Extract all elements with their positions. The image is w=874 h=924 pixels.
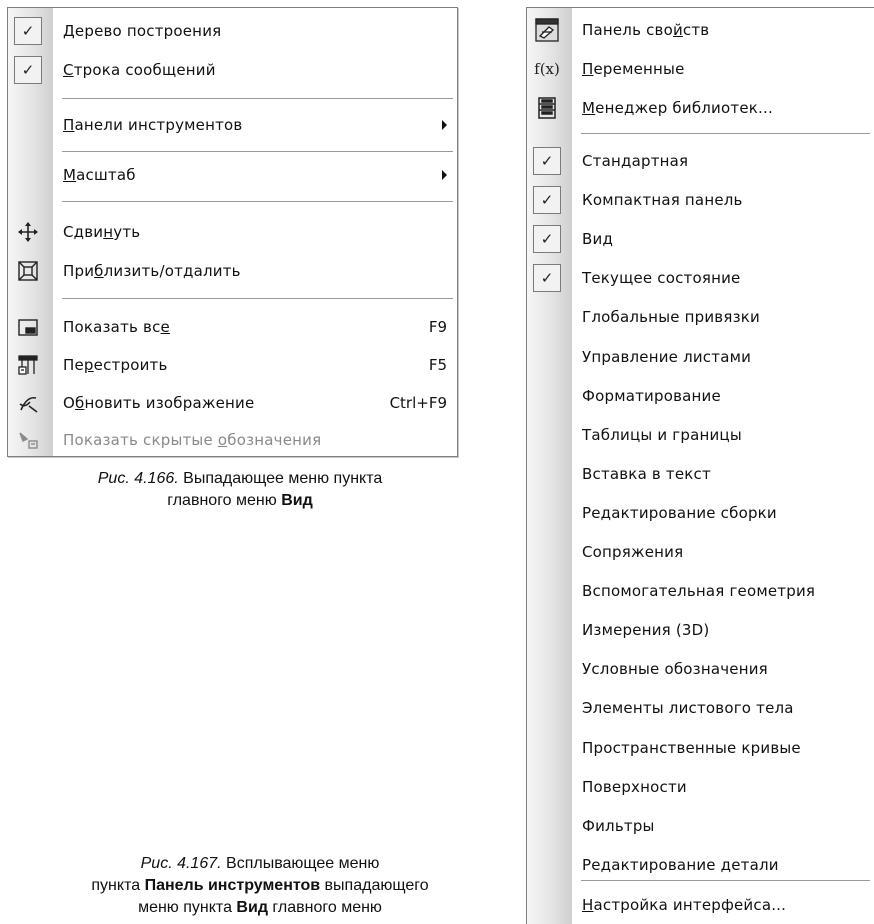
menu-item-label: Настройка интерфейса... [582,896,787,914]
menu-item-label: Панели инструментов [63,116,243,134]
menu-item-label: Строка сообщений [63,61,216,79]
menu-item-label: Вставка в текст [582,465,711,483]
menu-separator [62,98,453,100]
menu-separator [62,201,453,203]
show-all-icon [14,313,42,341]
shortcut-label: Ctrl+F9 [389,394,447,412]
menu-item-label: Пространственные кривые [582,739,801,757]
menu-item-customize-interface[interactable]: Настройка интерфейса... [527,887,874,923]
figure-caption-4-166: Рис. 4.166. Выпадающее меню пункта главн… [97,470,383,509]
menu-item-rebuild[interactable]: Перестроить F5 [8,347,457,383]
menu-item-label: Дерево построения [63,22,222,40]
toolbar-toggle-item[interactable]: Фильтры [527,808,874,844]
menu-item-label: Условные обозначения [582,660,768,678]
view-dropdown-menu: ✓ Дерево построения ✓ Строка сообщений П… [7,7,458,457]
shortcut-label: F5 [428,356,447,374]
rebuild-icon [14,351,42,379]
menu-item-label: Таблицы и границы [582,426,742,444]
toolbar-toggle-item[interactable]: ✓ Стандартная [527,143,874,179]
toolbar-toggle-item[interactable]: Глобальные привязки [527,299,874,335]
hidden-designations-icon [14,426,42,454]
toolbar-toggle-item[interactable]: Элементы листового тела [527,690,874,726]
toolbar-toggle-item[interactable]: ✓ Компактная панель [527,182,874,218]
toolbar-toggle-item[interactable]: ✓ Вид [527,221,874,257]
menu-item-label: Фильтры [582,817,655,835]
submenu-arrow-icon [442,170,447,180]
refresh-icon [14,389,42,417]
toolbar-toggle-item[interactable]: Таблицы и границы [527,417,874,453]
menu-item-library-manager[interactable]: Менеджер библиотек... [527,90,874,126]
menu-item-message-bar[interactable]: ✓ Строка сообщений [8,52,457,88]
zoom-window-icon [14,257,42,285]
menu-item-properties-panel[interactable]: Панель свойств [527,12,874,48]
checkmark-icon: ✓ [14,56,42,84]
menu-item-show-all[interactable]: Показать все F9 [8,309,457,345]
menu-item-label: Редактирование детали [582,856,779,874]
menu-item-label: Масштаб [63,166,136,184]
menu-item-label: Перестроить [63,356,168,374]
toolbar-toggle-item[interactable]: Редактирование сборки [527,495,874,531]
toolbar-toggle-item[interactable]: Редактирование детали [527,847,874,883]
menu-item-label: Форматирование [582,387,721,405]
checkmark-icon: ✓ [533,186,561,214]
toolbar-toggle-item[interactable]: Измерения (3D) [527,612,874,648]
checkmark-icon: ✓ [533,225,561,253]
menu-item-label: Глобальные привязки [582,308,760,326]
toolbar-toggle-item[interactable]: Условные обозначения [527,651,874,687]
menu-item-zoom-in-out[interactable]: Приблизить/отдалить [8,253,457,289]
menu-item-label: Менеджер библиотек... [582,99,773,117]
menu-item-label: Текущее состояние [582,269,741,287]
toolbar-toggle-item[interactable]: Сопряжения [527,534,874,570]
toolbar-toggle-item[interactable]: Пространственные кривые [527,730,874,766]
properties-panel-icon [533,16,561,44]
menu-item-label: Измерения (3D) [582,621,710,639]
menu-item-zoom[interactable]: Масштаб [8,157,457,193]
checkmark-icon: ✓ [14,17,42,45]
menu-item-toolbars[interactable]: Панели инструментов [8,107,457,143]
menu-item-label: Показать все [63,318,170,336]
menu-separator [581,133,870,135]
submenu-arrow-icon [442,120,447,130]
menu-item-variables[interactable]: f(x) Переменные [527,51,874,87]
menu-item-label: Приблизить/отдалить [63,262,241,280]
toolbar-toggle-item[interactable]: Вставка в текст [527,456,874,492]
menu-item-label: Компактная панель [582,191,743,209]
pan-icon [14,218,42,246]
toolbar-toggle-item[interactable]: ✓ Текущее состояние [527,260,874,296]
menu-item-label: Сдвинуть [63,223,141,241]
menu-separator [581,880,870,882]
menu-item-label: Управление листами [582,348,752,366]
menu-separator [62,151,453,153]
menu-item-label: Панель свойств [582,21,710,39]
menu-item-refresh[interactable]: Обновить изображение Ctrl+F9 [8,385,457,421]
menu-item-label: Вид [582,230,614,248]
variables-icon: f(x) [534,60,560,78]
menu-item-label: Редактирование сборки [582,504,777,522]
shortcut-label: F9 [428,318,447,336]
menu-item-label: Вспомогательная геометрия [582,582,816,600]
toolbar-toggle-item[interactable]: Управление листами [527,339,874,375]
figure-caption-4-167: Рис. 4.167. Всплывающее меню пункта Пане… [91,855,429,916]
menu-item-label: Стандартная [582,152,689,170]
toolbar-toggle-item[interactable]: Форматирование [527,378,874,414]
menu-separator [62,298,453,300]
toolbar-toggle-item[interactable]: Поверхности [527,769,874,805]
menu-item-show-hidden-designations: Показать скрытые обозначения [8,422,457,458]
toolbar-toggle-item[interactable]: Вспомогательная геометрия [527,573,874,609]
menu-item-label: Элементы листового тела [582,699,794,717]
checkmark-icon: ✓ [533,147,561,175]
toolbars-popup-menu: Панель свойств f(x) Переменные Менеджер … [526,7,874,924]
menu-item-label: Сопряжения [582,543,684,561]
menu-item-label: Показать скрытые обозначения [63,431,322,449]
menu-item-label: Поверхности [582,778,687,796]
menu-item-pan[interactable]: Сдвинуть [8,214,457,250]
library-manager-icon [533,94,561,122]
menu-item-label: Обновить изображение [63,394,255,412]
checkmark-icon: ✓ [533,264,561,292]
menu-item-label: Переменные [582,60,685,78]
menu-item-build-tree[interactable]: ✓ Дерево построения [8,13,457,49]
